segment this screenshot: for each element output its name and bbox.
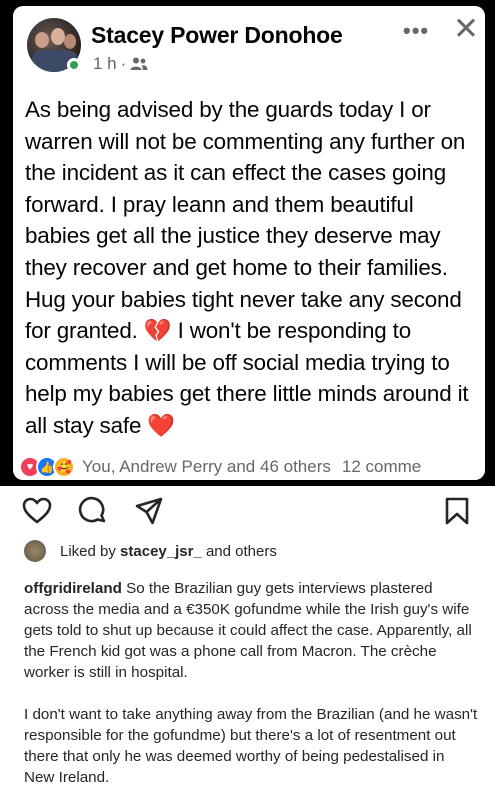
- heart-icon[interactable]: [22, 496, 52, 524]
- post-meta: 1 h ·: [93, 54, 148, 74]
- reactions-bar[interactable]: ♥ 👍 🥰 You, Andrew Perry and 46 others 12…: [19, 454, 421, 480]
- action-bar: [22, 496, 472, 528]
- online-status-dot: [67, 58, 81, 72]
- liked-by-suffix: and others: [205, 542, 277, 560]
- facebook-post-card: Stacey Power Donohoe 1 h · ••• ✕ As bein…: [13, 6, 485, 480]
- friends-icon: [130, 57, 148, 70]
- close-button[interactable]: ✕: [453, 13, 479, 44]
- reactions-count[interactable]: You, Andrew Perry and 46 others: [82, 457, 331, 477]
- comments-count[interactable]: 12 comme: [342, 457, 421, 477]
- care-reaction-icon: 🥰: [53, 456, 75, 478]
- save-bookmark-icon[interactable]: [444, 496, 470, 526]
- share-icon[interactable]: [134, 496, 164, 526]
- more-options-button[interactable]: •••: [403, 18, 429, 44]
- post-author-name[interactable]: Stacey Power Donohoe: [91, 22, 343, 49]
- caption-text-2: I don't want to take anything away from …: [24, 706, 478, 786]
- caption-username[interactable]: offgridireland: [24, 580, 122, 597]
- liked-by-prefix: Liked by: [60, 542, 116, 560]
- caption: offgridireland So the Brazilian guy gets…: [24, 578, 478, 788]
- post-time[interactable]: 1 h: [93, 54, 117, 74]
- liker-avatar: [24, 540, 46, 562]
- liked-by-row[interactable]: Liked by stacey_jsr_ and others: [24, 540, 277, 562]
- post-body-text: As being advised by the guards today I o…: [25, 97, 469, 438]
- comment-icon[interactable]: [78, 496, 108, 526]
- liked-by-user[interactable]: stacey_jsr_: [120, 543, 202, 560]
- instagram-post-section: Liked by stacey_jsr_ and others offgridi…: [0, 486, 495, 800]
